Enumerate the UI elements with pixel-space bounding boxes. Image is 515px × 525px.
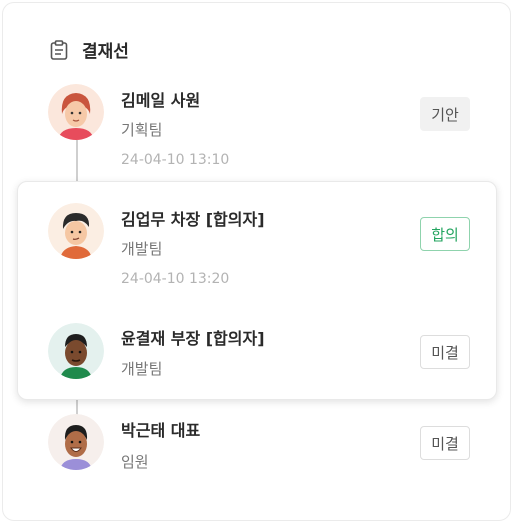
approver-name: 김업무 차장 [합의자] (121, 210, 265, 229)
approval-time: 24-04-10 13:20 (121, 271, 230, 287)
approver-name: 윤결재 부장 [합의자] (121, 329, 265, 348)
avatar (48, 84, 104, 140)
approver-dept: 개발팀 (121, 360, 163, 378)
approver-name: 김메일 사원 (121, 91, 201, 110)
avatar (48, 203, 104, 259)
approver-name: 박근태 대표 (121, 421, 201, 440)
approver-row[interactable]: 윤결재 부장 [합의자] 개발팀 미결 (0, 323, 515, 423)
approver-row[interactable]: 박근태 대표 임원 미결 (0, 414, 515, 514)
avatar (48, 323, 104, 379)
approval-time: 24-04-10 13:10 (121, 152, 230, 168)
panel-header: 결재선 (50, 37, 129, 62)
panel-title: 결재선 (82, 42, 129, 62)
status-badge: 미결 (420, 426, 470, 460)
approver-dept: 임원 (121, 453, 149, 471)
clipboard-icon (50, 39, 68, 60)
status-badge: 미결 (420, 335, 470, 369)
approver-dept: 기획팀 (121, 121, 163, 139)
status-badge: 합의 (420, 217, 470, 251)
approver-row[interactable]: 김업무 차장 [합의자] 개발팀 24-04-10 13:20 합의 (0, 203, 515, 303)
status-badge: 기안 (420, 97, 470, 131)
avatar (48, 414, 104, 470)
approver-row[interactable]: 김메일 사원 기획팀 24-04-10 13:10 기안 (0, 84, 515, 184)
approver-dept: 개발팀 (121, 240, 163, 258)
